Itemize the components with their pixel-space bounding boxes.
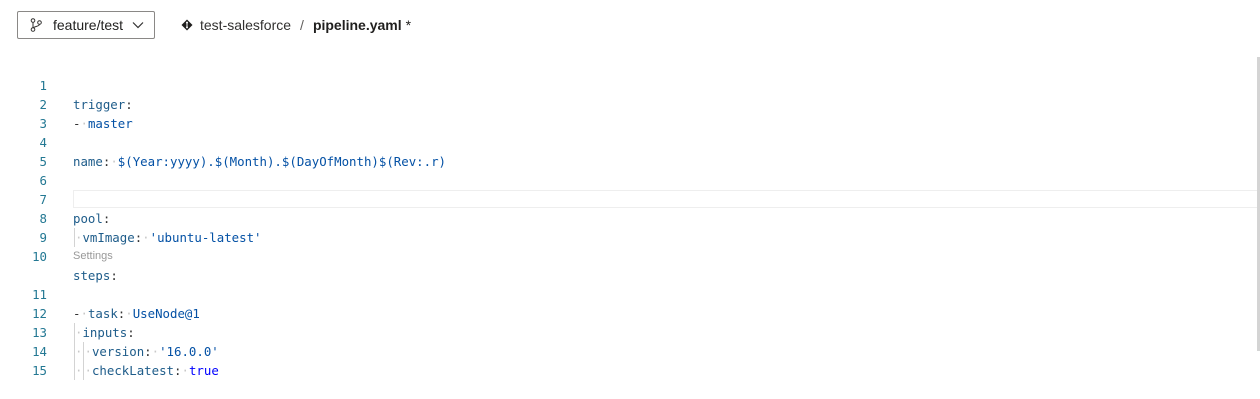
code-line: 11 -·task:·UseNode@1	[0, 266, 1260, 321]
code-line: 13 · ·version:·'16.0.0'	[0, 304, 1260, 361]
code-line: 7 pool:	[0, 171, 1260, 226]
line-number: 10	[32, 249, 47, 264]
line-number: 15	[32, 363, 47, 378]
code-line: 10 steps:	[0, 228, 1260, 283]
breadcrumb-repo-link[interactable]: test-salesforce	[200, 17, 291, 33]
code-line: 2 -·master	[0, 76, 1260, 131]
branch-icon	[30, 18, 42, 32]
branch-selector-button[interactable]: feature/test	[17, 11, 155, 39]
code-line: 12 ·inputs:	[0, 285, 1260, 342]
yaml-boolean: true	[188, 363, 219, 378]
repo-icon	[181, 19, 193, 31]
codelens-settings-link[interactable]: Settings	[73, 250, 113, 262]
breadcrumb-file-name: pipeline.yaml	[312, 17, 402, 33]
branch-name: feature/test	[53, 17, 124, 33]
code-line: 6	[0, 152, 1260, 188]
code-line: 9	[0, 209, 1260, 245]
breadcrumb-separator: /	[300, 17, 304, 33]
breadcrumb: test-salesforce / pipeline.yaml *	[181, 17, 411, 33]
code-line: 4 name:·$(Year:yyyy).$(Month).$(DayOfMon…	[0, 114, 1260, 169]
editor-header: feature/test test-salesforce / pipeline.…	[0, 0, 1260, 52]
code-line: 1 trigger:	[0, 57, 1260, 112]
code-line: 5	[0, 133, 1260, 169]
code-line: 8 ·vmImage:·'ubuntu-latest'	[0, 190, 1260, 247]
code-line: 14 · ·checkLatest:·true	[0, 323, 1260, 380]
code-editor[interactable]: 1 trigger: 2 -·master 3 4 name:·$(Year:y…	[0, 57, 1260, 380]
chevron-down-icon	[132, 21, 144, 29]
code-line: 3	[0, 95, 1260, 131]
code-line: 15	[0, 342, 1260, 378]
unsaved-marker: *	[405, 17, 412, 33]
yaml-key: checkLatest	[91, 363, 174, 378]
